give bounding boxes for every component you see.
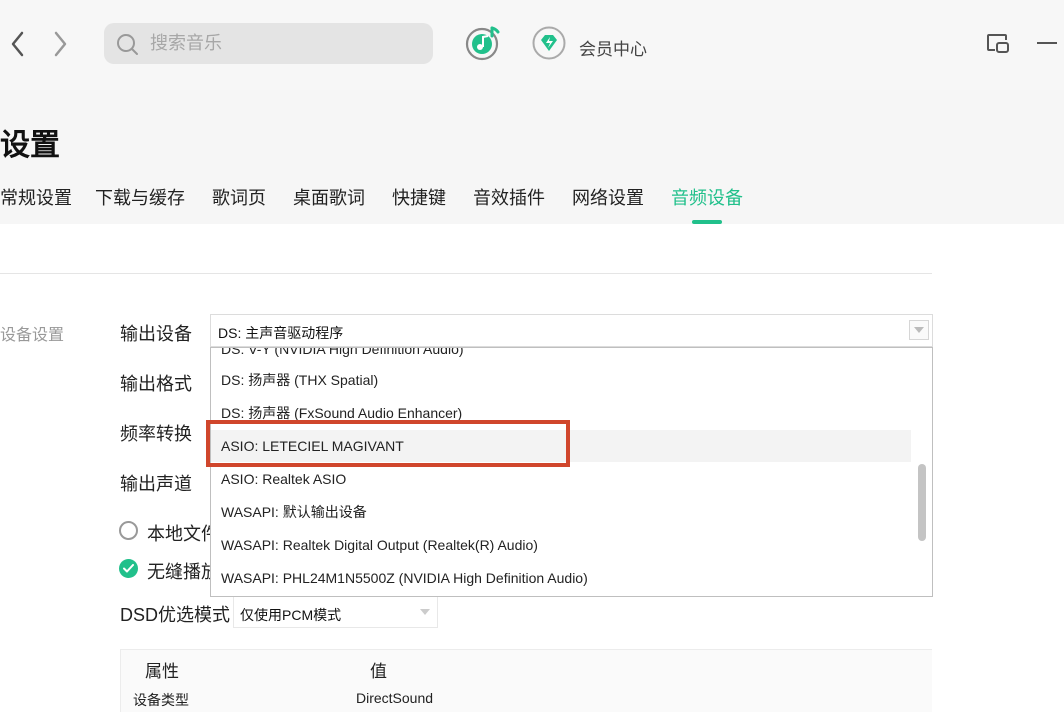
mini-mode-icon[interactable] bbox=[986, 32, 1010, 54]
dsd-mode-select[interactable]: 仅使用PCM模式 bbox=[233, 596, 438, 628]
output-device-dropdown[interactable]: DS: V-Y (NVIDIA High Definition Audio) D… bbox=[210, 347, 933, 597]
dropdown-option[interactable]: DS: 扬声器 (FxSound Audio Enhancer) bbox=[211, 397, 911, 429]
search-icon bbox=[116, 33, 140, 62]
output-device-select[interactable]: DS: 主声音驱动程序 bbox=[210, 314, 933, 347]
dropdown-option-hovered[interactable]: ASIO: LETECIEL MAGIVANT bbox=[211, 430, 911, 462]
dropdown-option[interactable]: WASAPI: 默认输出设备 bbox=[211, 496, 911, 528]
minimize-icon[interactable] bbox=[1037, 42, 1057, 44]
dropdown-option[interactable]: WASAPI: PHL24M1N5500Z (NVIDIA High Defin… bbox=[211, 562, 911, 594]
divider bbox=[0, 273, 932, 274]
tab-shortcuts[interactable]: 快捷键 bbox=[392, 184, 446, 210]
section-label: 设备设置 bbox=[0, 327, 65, 344]
gapless-checkbox[interactable] bbox=[119, 559, 138, 578]
forward-arrow-icon[interactable] bbox=[48, 28, 72, 60]
tab-download-cache[interactable]: 下载与缓存 bbox=[95, 184, 185, 210]
vip-diamond-icon[interactable] bbox=[532, 26, 566, 60]
local-file-radio[interactable] bbox=[119, 521, 138, 540]
title-bar: 会员中心 bbox=[0, 0, 1064, 90]
local-file-label: 本地文件 bbox=[147, 524, 219, 544]
tab-desktop-lyrics[interactable]: 桌面歌词 bbox=[293, 184, 365, 210]
dropdown-option[interactable]: DS: V-Y (NVIDIA High Definition Audio) bbox=[211, 348, 911, 365]
dropdown-option[interactable]: WASAPI: Realtek Digital Output (Realtek(… bbox=[211, 529, 911, 561]
gapless-label: 无缝播放 bbox=[147, 562, 219, 582]
tab-general[interactable]: 常规设置 bbox=[0, 184, 72, 210]
device-properties-table: 属性 值 设备类型 DirectSound bbox=[120, 649, 932, 712]
dsd-mode-value: 仅使用PCM模式 bbox=[240, 607, 342, 623]
output-channel-label: 输出声道 bbox=[120, 474, 192, 494]
dropdown-scrollbar[interactable] bbox=[918, 464, 926, 541]
table-header: 值 bbox=[370, 662, 387, 681]
tab-lyrics-page[interactable]: 歌词页 bbox=[212, 184, 266, 210]
chevron-down-icon bbox=[420, 609, 430, 615]
table-cell: DirectSound bbox=[356, 690, 434, 706]
output-device-value: DS: 主声音驱动程序 bbox=[218, 325, 344, 341]
dropdown-option[interactable]: ASIO: Realtek ASIO bbox=[211, 463, 911, 495]
dropdown-option[interactable]: DS: 扬声器 (THX Spatial) bbox=[211, 364, 911, 396]
table-cell: 设备类型 bbox=[133, 692, 189, 708]
active-tab-indicator bbox=[692, 220, 722, 224]
tab-network[interactable]: 网络设置 bbox=[572, 184, 644, 210]
tab-audio-device[interactable]: 音频设备 bbox=[671, 184, 743, 210]
music-note-icon[interactable] bbox=[464, 24, 502, 62]
search-box[interactable] bbox=[104, 23, 433, 64]
sample-rate-label: 频率转换 bbox=[120, 424, 192, 444]
table-header: 属性 bbox=[145, 662, 179, 681]
output-device-label: 输出设备 bbox=[120, 324, 192, 344]
dsd-mode-label: DSD优选模式 bbox=[120, 605, 231, 625]
vip-center-link[interactable]: 会员中心 bbox=[579, 35, 647, 60]
page-title: 设置 bbox=[0, 129, 60, 162]
chevron-down-icon[interactable] bbox=[909, 320, 929, 340]
search-input[interactable] bbox=[150, 23, 420, 64]
output-format-label: 输出格式 bbox=[120, 374, 192, 394]
back-arrow-icon[interactable] bbox=[6, 28, 30, 60]
tab-sound-effects[interactable]: 音效插件 bbox=[473, 184, 545, 210]
